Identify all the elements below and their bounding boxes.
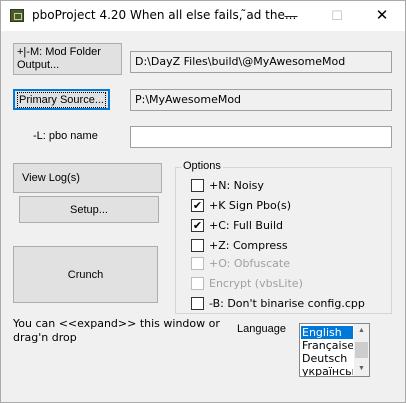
- noisy-checkbox[interactable]: [191, 179, 204, 192]
- option-label: +Z: Compress: [209, 239, 288, 252]
- source-path-field[interactable]: P:\MyAwesomeMod: [130, 89, 392, 111]
- pbo-name-input[interactable]: [130, 126, 392, 148]
- compress-checkbox[interactable]: [191, 239, 204, 252]
- language-scrollbar[interactable]: ▲ ▼: [354, 324, 369, 376]
- scroll-down-arrow-icon[interactable]: ▼: [354, 362, 369, 376]
- output-path-field[interactable]: D:\DayZ Files\build\@MyAwesomeMod: [130, 51, 392, 73]
- encrypt-checkbox: [191, 277, 204, 290]
- scroll-up-arrow-icon[interactable]: ▲: [354, 324, 369, 338]
- primary-source-button[interactable]: Primary Source...: [13, 89, 110, 110]
- drag-drop-hint: You can <<expand>> this window or drag'n…: [13, 317, 220, 344]
- scroll-thumb[interactable]: [355, 342, 368, 358]
- sign-pbo-checkbox[interactable]: ✔: [191, 199, 204, 212]
- option-label: +O: Obfuscate: [209, 257, 290, 270]
- maximize-button[interactable]: ☐: [314, 1, 360, 31]
- option-label: -B: Don't binarise config.cpp: [209, 297, 365, 310]
- minimize-button[interactable]: —: [268, 1, 314, 31]
- language-label: Language: [237, 323, 286, 335]
- language-option-deutsch[interactable]: Deutsch: [301, 352, 353, 365]
- pbo-name-label: -L: pbo name: [33, 130, 98, 142]
- option-label: +N: Noisy: [209, 179, 264, 192]
- view-log-button[interactable]: View Log(s): [13, 163, 162, 193]
- dont-binarise-checkbox[interactable]: [191, 297, 204, 310]
- mod-folder-output-button[interactable]: +|-M: Mod Folder Output...: [13, 43, 122, 75]
- option-label: +K Sign Pbo(s): [209, 199, 292, 212]
- language-option-english[interactable]: English: [301, 326, 353, 339]
- language-option-francaise[interactable]: Française: [301, 339, 353, 352]
- app-icon: [10, 9, 24, 22]
- window-title: pboProject 4.20 When all else fails, ̃ad…: [32, 8, 297, 22]
- setup-button[interactable]: Setup...: [19, 196, 159, 223]
- crunch-button[interactable]: Crunch: [13, 246, 158, 303]
- language-option-ukrainian[interactable]: українськ: [301, 365, 353, 376]
- title-bar[interactable]: pboProject 4.20 When all else fails, ̃ad…: [1, 1, 405, 31]
- options-legend: Options: [181, 160, 223, 172]
- language-listbox[interactable]: English Française Deutsch українськ ▲ ▼: [299, 323, 370, 377]
- close-button[interactable]: ✕: [359, 1, 405, 31]
- app-window: pboProject 4.20 When all else fails, ̃ad…: [0, 0, 406, 403]
- option-label: +C: Full Build: [209, 219, 284, 232]
- option-label: Encrypt (vbsLite): [209, 277, 303, 290]
- full-build-checkbox[interactable]: ✔: [191, 219, 204, 232]
- primary-source-label: Primary Source...: [17, 91, 106, 108]
- obfuscate-checkbox: [191, 257, 204, 270]
